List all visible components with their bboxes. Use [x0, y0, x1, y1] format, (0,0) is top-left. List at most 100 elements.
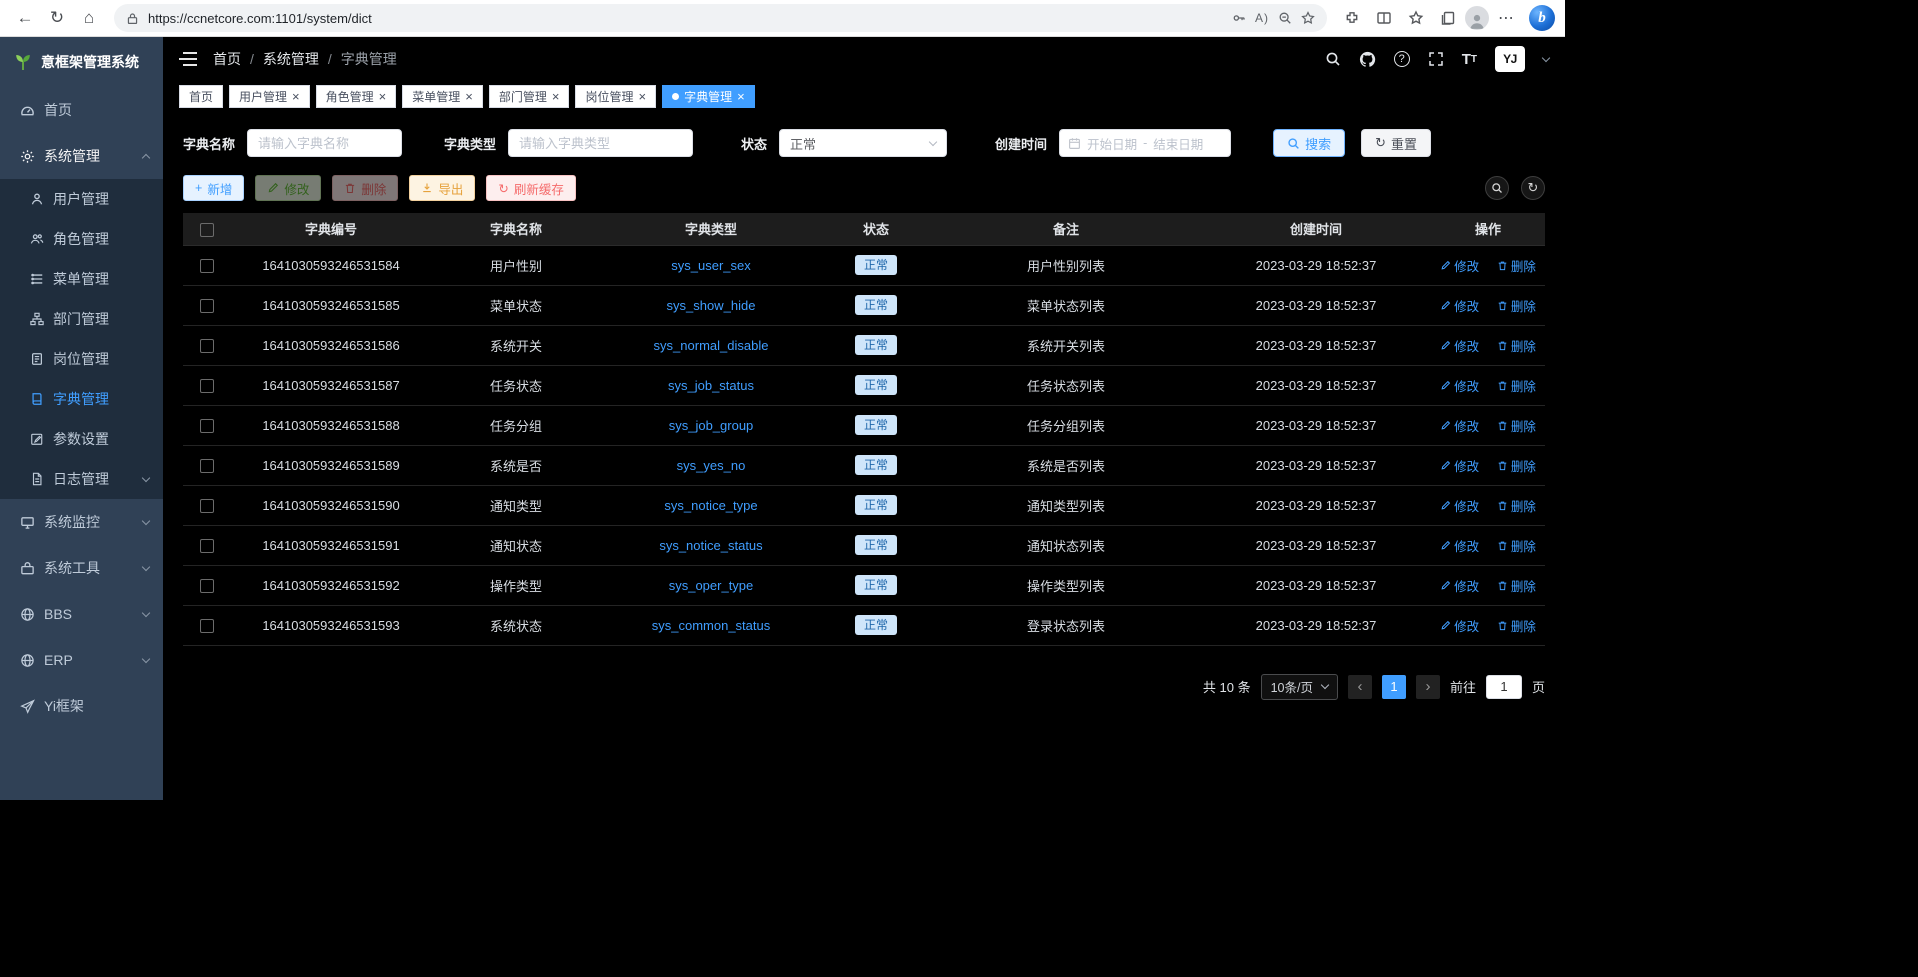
sidebar-item-erp[interactable]: ERP: [0, 637, 163, 683]
sidebar-item-logs[interactable]: 日志管理: [0, 459, 163, 499]
row-delete-button[interactable]: 删除: [1497, 536, 1536, 555]
breadcrumb-system[interactable]: 系统管理: [263, 49, 319, 69]
sidebar-item-departments[interactable]: 部门管理: [0, 299, 163, 339]
sidebar-item-dict[interactable]: 字典管理: [0, 379, 163, 419]
row-edit-button[interactable]: 修改: [1440, 456, 1479, 475]
sidebar-item-bbs[interactable]: BBS: [0, 591, 163, 637]
tab-roles[interactable]: 角色管理×: [316, 85, 397, 108]
row-edit-button[interactable]: 修改: [1440, 336, 1479, 355]
close-icon[interactable]: ×: [737, 90, 745, 103]
dict-type-link[interactable]: sys_show_hide: [667, 298, 756, 313]
row-edit-button[interactable]: 修改: [1440, 376, 1479, 395]
tab-departments[interactable]: 部门管理×: [489, 85, 570, 108]
sidebar-item-tools[interactable]: 系统工具: [0, 545, 163, 591]
address-bar[interactable]: https://ccnetcore.com:1101/system/dict A…: [114, 4, 1327, 32]
fullscreen-icon[interactable]: [1428, 51, 1444, 67]
add-button[interactable]: + 新增: [183, 175, 244, 201]
zoom-out-icon[interactable]: [1278, 11, 1292, 25]
breadcrumb-home[interactable]: 首页: [213, 49, 241, 69]
reset-button[interactable]: ↻ 重置: [1361, 129, 1431, 157]
url-text[interactable]: https://ccnetcore.com:1101/system/dict: [148, 11, 372, 26]
dict-type-link[interactable]: sys_yes_no: [677, 458, 746, 473]
select-all-checkbox[interactable]: [200, 223, 214, 237]
row-delete-button[interactable]: 删除: [1497, 336, 1536, 355]
refresh-icon[interactable]: ↻: [42, 3, 72, 33]
row-edit-button[interactable]: 修改: [1440, 576, 1479, 595]
date-range-picker[interactable]: 开始日期 - 结束日期: [1059, 129, 1231, 157]
tab-posts[interactable]: 岗位管理×: [575, 85, 656, 108]
edit-button[interactable]: 修改: [255, 175, 321, 201]
row-checkbox[interactable]: [200, 259, 214, 273]
dict-type-link[interactable]: sys_notice_type: [664, 498, 757, 513]
row-delete-button[interactable]: 删除: [1497, 376, 1536, 395]
github-icon[interactable]: [1359, 51, 1376, 68]
sidebar-item-params[interactable]: 参数设置: [0, 419, 163, 459]
lock-icon[interactable]: [126, 12, 139, 25]
row-delete-button[interactable]: 删除: [1497, 296, 1536, 315]
avatar-caret-icon[interactable]: [1542, 53, 1550, 61]
copilot-icon[interactable]: b: [1529, 5, 1555, 31]
export-button[interactable]: 导出: [409, 175, 475, 201]
row-delete-button[interactable]: 删除: [1497, 496, 1536, 515]
user-avatar[interactable]: YJ: [1495, 46, 1525, 72]
row-edit-button[interactable]: 修改: [1440, 256, 1479, 275]
close-icon[interactable]: ×: [465, 90, 473, 103]
search-button[interactable]: 搜索: [1273, 129, 1345, 157]
row-checkbox[interactable]: [200, 339, 214, 353]
split-screen-icon[interactable]: [1369, 3, 1399, 33]
row-delete-button[interactable]: 删除: [1497, 416, 1536, 435]
read-aloud-icon[interactable]: A): [1255, 11, 1269, 25]
dict-name-input[interactable]: [247, 129, 402, 157]
tab-menus[interactable]: 菜单管理×: [402, 85, 483, 108]
help-icon[interactable]: ?: [1394, 51, 1410, 67]
next-page-button[interactable]: ›: [1416, 675, 1440, 699]
close-icon[interactable]: ×: [552, 90, 560, 103]
dict-type-link[interactable]: sys_oper_type: [669, 578, 754, 593]
close-icon[interactable]: ×: [292, 90, 300, 103]
sidebar-item-system[interactable]: 系统管理: [0, 133, 163, 179]
hamburger-icon[interactable]: [179, 52, 197, 66]
row-checkbox[interactable]: [200, 579, 214, 593]
dict-type-link[interactable]: sys_user_sex: [671, 258, 750, 273]
browser-menu-icon[interactable]: ⋯: [1491, 3, 1521, 33]
show-search-toggle[interactable]: [1485, 176, 1509, 200]
row-checkbox[interactable]: [200, 499, 214, 513]
row-edit-button[interactable]: 修改: [1440, 416, 1479, 435]
sidebar-item-yi-framework[interactable]: Yi框架: [0, 683, 163, 729]
status-select[interactable]: 正常: [779, 129, 947, 157]
dict-type-input[interactable]: [508, 129, 693, 157]
row-checkbox[interactable]: [200, 539, 214, 553]
sidebar-item-posts[interactable]: 岗位管理: [0, 339, 163, 379]
row-delete-button[interactable]: 删除: [1497, 576, 1536, 595]
row-edit-button[interactable]: 修改: [1440, 616, 1479, 635]
favorite-add-icon[interactable]: [1301, 11, 1315, 25]
row-checkbox[interactable]: [200, 419, 214, 433]
goto-page-input[interactable]: [1486, 675, 1522, 699]
collections-icon[interactable]: [1433, 3, 1463, 33]
row-checkbox[interactable]: [200, 379, 214, 393]
dict-type-link[interactable]: sys_job_status: [668, 378, 754, 393]
dict-type-link[interactable]: sys_notice_status: [659, 538, 762, 553]
sidebar-item-menus[interactable]: 菜单管理: [0, 259, 163, 299]
extensions-icon[interactable]: [1337, 3, 1367, 33]
row-edit-button[interactable]: 修改: [1440, 496, 1479, 515]
row-delete-button[interactable]: 删除: [1497, 616, 1536, 635]
tab-users[interactable]: 用户管理×: [229, 85, 310, 108]
refresh-cache-button[interactable]: ↻ 刷新缓存: [486, 175, 576, 201]
font-size-icon[interactable]: TT: [1462, 51, 1477, 68]
password-key-icon[interactable]: [1232, 11, 1246, 25]
page-1-button[interactable]: 1: [1382, 675, 1406, 699]
favorites-icon[interactable]: [1401, 3, 1431, 33]
row-delete-button[interactable]: 删除: [1497, 456, 1536, 475]
row-edit-button[interactable]: 修改: [1440, 296, 1479, 315]
close-icon[interactable]: ×: [379, 90, 387, 103]
prev-page-button[interactable]: ‹: [1348, 675, 1372, 699]
row-delete-button[interactable]: 删除: [1497, 256, 1536, 275]
row-edit-button[interactable]: 修改: [1440, 536, 1479, 555]
home-icon[interactable]: ⌂: [74, 3, 104, 33]
header-search-icon[interactable]: [1325, 51, 1341, 67]
refresh-table-button[interactable]: ↻: [1521, 176, 1545, 200]
row-checkbox[interactable]: [200, 619, 214, 633]
dict-type-link[interactable]: sys_normal_disable: [654, 338, 769, 353]
back-icon[interactable]: ←: [10, 3, 40, 33]
